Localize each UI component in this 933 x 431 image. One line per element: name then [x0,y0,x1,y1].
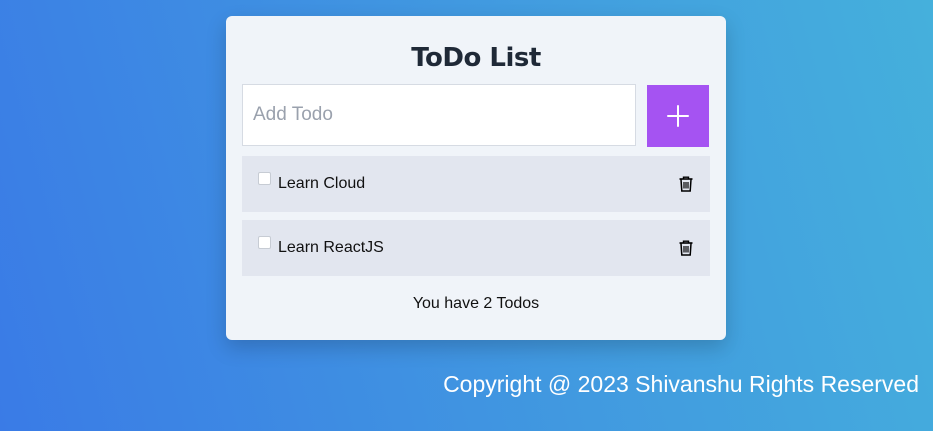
todo-card: ToDo List Learn Cloud Learn ReactJS [226,16,726,340]
todo-label: Learn Cloud [278,175,366,192]
todo-item: Learn Cloud [242,156,710,212]
todo-checkbox[interactable] [258,236,271,249]
app-title: ToDo List [411,43,541,73]
plus-icon [667,105,689,127]
todo-label: Learn ReactJS [278,239,384,256]
trash-icon [679,176,693,192]
todo-item: Learn ReactJS [242,220,710,276]
todo-checkbox[interactable] [258,172,271,185]
add-todo-button[interactable] [647,85,709,147]
copyright-text: Copyright @ 2023 Shivanshu Rights Reserv… [443,371,919,397]
add-todo-input[interactable] [242,84,636,146]
trash-icon [679,240,693,256]
delete-todo-button[interactable] [676,174,696,194]
todo-count: You have 2 Todos [412,295,540,312]
delete-todo-button[interactable] [676,238,696,258]
